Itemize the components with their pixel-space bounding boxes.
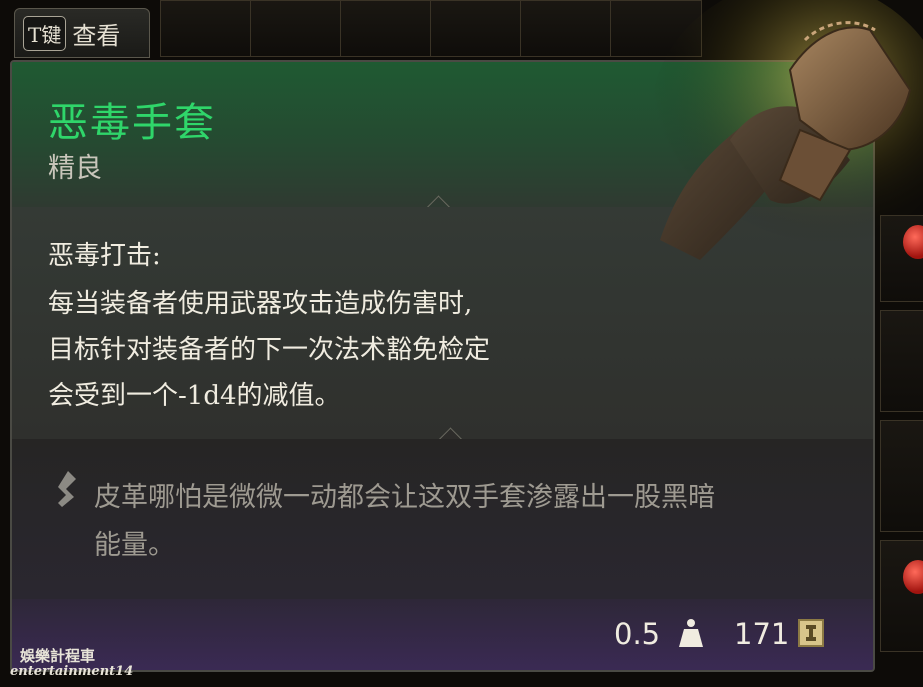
passive-line: 会受到一个-1d4的减值。 (48, 381, 341, 411)
item-rarity: 精良 (48, 153, 102, 184)
inventory-slot (160, 0, 252, 57)
inventory-slot (880, 310, 923, 412)
leather-gauntlets-icon (650, 0, 923, 260)
inventory-slot (340, 0, 432, 57)
inventory-slot (880, 420, 923, 532)
passive-line: 目标针对装备者的下一次法术豁免检定 (48, 335, 491, 365)
weight-icon (679, 619, 703, 647)
weight-value: 0.5 (614, 617, 661, 651)
inspect-label: 查看 (72, 21, 121, 50)
gold-value: 171 (734, 617, 790, 651)
hotkey-badge: T键 (23, 15, 67, 51)
lore-line: 能量。 (94, 530, 175, 561)
item-name: 恶毒手套 (48, 100, 216, 146)
lore-section: 皮革哪怕是微微一动都会让这双手套渗露出一股黑暗 能量。 (12, 439, 873, 599)
inventory-slot (880, 540, 923, 652)
watermark-text: entertainment14 (10, 664, 134, 679)
inventory-slot (430, 0, 522, 57)
tooltip-footer: 0.5 171 (12, 599, 873, 670)
gold-coin-icon (798, 619, 824, 647)
inventory-slot (520, 0, 612, 57)
watermark-logo: 娛樂計程車 (20, 647, 96, 665)
passive-title: 恶毒打击: (48, 241, 161, 271)
inventory-slot (250, 0, 342, 57)
passive-line: 每当装备者使用武器攻击造成伤害时, (48, 289, 473, 319)
quill-icon (58, 471, 76, 507)
inspect-hint[interactable]: T键 查看 (14, 8, 150, 58)
lore-line: 皮革哪怕是微微一动都会让这双手套渗露出一股黑暗 (94, 482, 715, 513)
